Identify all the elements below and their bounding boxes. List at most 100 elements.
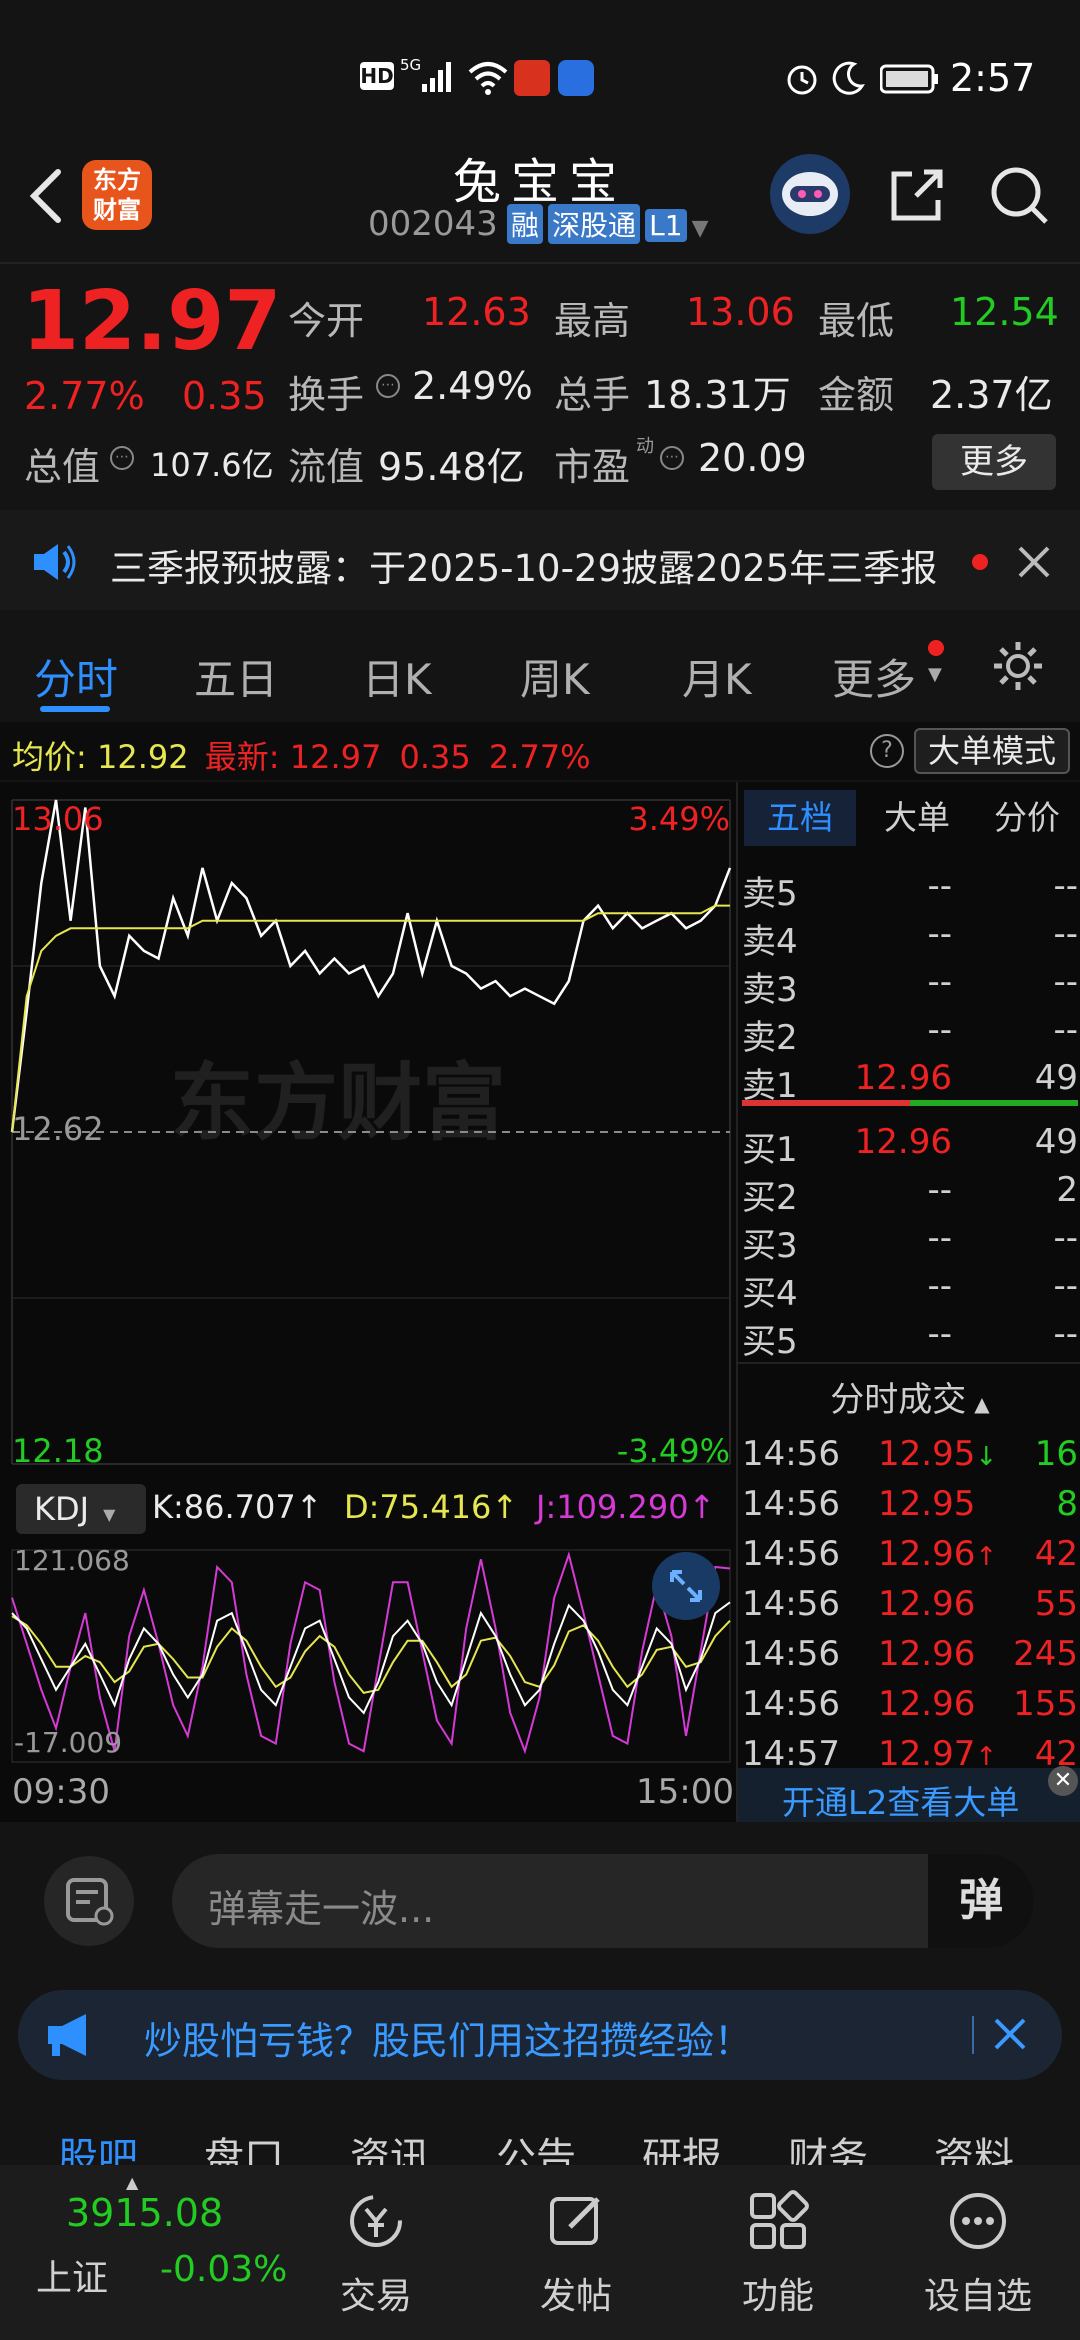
x-axis-end-label: 15:00 [636,1772,734,1812]
mktcap-info-icon[interactable]: ⋯ [110,446,134,470]
float-label: 流值 [288,445,365,489]
nav-trade[interactable]: 交易 [306,2165,446,2340]
tab-daily-k[interactable]: 日K [362,646,432,707]
bid-row: 买4 -- -- [738,1262,1080,1314]
danmu-placeholder: 弹幕走一波... [208,1887,435,1931]
chart-watermark: 东方财富 [170,1054,506,1152]
promo-banner[interactable]: 炒股怕亏钱？股民们用这招攒经验！ [18,1990,1062,2080]
y-axis-mid-label: 12.62 [12,1110,104,1148]
quote-panel: 12.97 2.77% 0.35 今开 12.63 最高 13.06 最低 12… [0,262,1080,502]
subtab-finance[interactable]: 财务 [788,2125,868,2165]
tab-intraday[interactable]: 分时 [34,646,118,707]
trade-volume: 16 [1034,1434,1078,1474]
speaker-icon [30,540,80,584]
amount-value: 2.37亿 [930,373,1053,417]
trade-row: 14:56 12.95 8 [738,1478,1080,1528]
ask-volume: -- [1053,866,1078,906]
danmu-input[interactable]: 弹幕走一波... 弹 [172,1854,1034,1948]
trade-yen-icon [342,2187,410,2255]
trade-price: 12.95 [878,1484,976,1524]
pe-value: 20.09 [698,436,807,480]
bid-label: 买4 [742,1274,798,1314]
notice-bar[interactable]: 三季报预披露：于2025-10-29披露2025年三季报 [0,510,1080,610]
danmu-toggle-button[interactable]: 弹 [928,1854,1034,1948]
subtab-announcements[interactable]: 公告 [496,2125,576,2165]
bid-row: 买3 -- -- [738,1214,1080,1266]
promo-divider [972,2016,974,2054]
subtab-research[interactable]: 研报 [642,2125,722,2165]
bid-label: 买1 [742,1130,798,1170]
more-button[interactable]: 更多 [932,434,1056,490]
pe-label: 市盈 [554,445,631,489]
help-icon[interactable]: ? [870,734,904,768]
trade-time: 14:56 [742,1634,840,1674]
chart-tabs: 分时 五日 日K 周K 月K 更多 ▼ [0,618,1080,718]
index-ticker[interactable]: 3915.08 ▲ 上证 -0.03% [0,2165,300,2340]
tab-more[interactable]: 更多 [832,646,916,707]
bid-label: 买5 [742,1322,798,1362]
post-edit-icon [542,2187,610,2255]
moon-icon [830,60,866,96]
ask-row: 卖4 -- -- [738,910,1080,962]
bid-volume: 49 [1034,1122,1078,1162]
settings-gear-icon[interactable] [990,638,1046,694]
side-tab-big-order[interactable]: 大单 [862,790,972,846]
mktcap-label: 总值 [24,445,101,489]
avg-value: 12.92 [96,738,189,776]
pe-info-icon[interactable]: ⋯ [660,446,684,470]
turnover-info-icon[interactable]: ⋯ [376,374,400,398]
trades-header[interactable]: 分时成交 ▲ [738,1362,1080,1421]
l2-upsell-bar[interactable]: 开通L2查看大单 ✕ [738,1766,1080,1822]
side-tab-level5[interactable]: 五档 [744,790,856,846]
trade-price: 12.96 [878,1684,976,1724]
search-icon[interactable] [984,160,1054,230]
bid-label: 买3 [742,1226,798,1266]
share-icon[interactable] [882,160,952,230]
bottom-nav: 3915.08 ▲ 上证 -0.03% 交易 发帖 功能 设自选 [0,2165,1080,2340]
hd-icon: HD [360,62,394,90]
avg-label: 均价: [12,738,87,776]
ask-price: -- [927,914,952,954]
stock-subline[interactable]: 002043 融 深股通 L1 ▼ [368,204,709,248]
subtab-handicap[interactable]: 盘口 [204,2125,284,2165]
nav-add-watchlist[interactable]: 设自选 [908,2165,1048,2340]
bid-row: 买5 -- -- [738,1310,1080,1362]
fullscreen-expand-icon[interactable] [652,1552,720,1620]
l2-upsell-link: 开通L2查看大单 [782,1783,1020,1822]
subtab-news[interactable]: 资讯 [350,2125,430,2165]
kdj-axis-bottom-label: -17.009 [14,1726,122,1759]
kdj-d-line [11,1615,731,1695]
kdj-selector[interactable]: KDJ ▼ [16,1484,146,1534]
bid-row: 买2 -- 2 [738,1166,1080,1218]
promo-close-icon[interactable] [990,2014,1030,2054]
robot-avatar-icon[interactable] [770,154,850,234]
intraday-chart-area[interactable]: 东方财富 13.06 12.62 12.18 3.49% -3.49% KDJ ▼… [0,782,736,1822]
tab-weekly-k[interactable]: 周K [520,646,590,707]
big-order-mode-button[interactable]: 大单模式 [914,728,1070,774]
intraday-chart[interactable]: 东方财富 13.06 12.62 12.18 3.49% -3.49% [0,782,736,1482]
kdj-j-line [11,1551,731,1755]
nav-functions[interactable]: 功能 [708,2165,848,2340]
nav-post[interactable]: 发帖 [506,2165,646,2340]
subtab-forum[interactable]: 股吧 [58,2125,138,2165]
bid-volume: -- [1053,1266,1078,1306]
index-name: 上证 [36,2258,109,2299]
tab-monthly-k[interactable]: 月K [682,646,752,707]
close-icon[interactable] [1014,542,1054,582]
back-icon[interactable] [22,162,72,232]
tab-five-day[interactable]: 五日 [194,646,278,707]
badge-rong: 融 [506,204,543,244]
y-axis-top-label: 13.06 [12,800,104,838]
bid-price: -- [927,1314,952,1354]
side-tab-price-dist[interactable]: 分价 [972,790,1080,846]
y-axis-bottom-label: 12.18 [12,1432,104,1470]
trade-row: 14:56 12.95↓ 16 [738,1428,1080,1478]
subtab-profile[interactable]: 资料 [934,2125,1014,2165]
current-price: 12.97 [22,274,282,369]
5g-signal-icon: 5G [400,56,460,96]
trade-direction: ↑ [975,1542,998,1572]
comment-settings-icon[interactable] [44,1856,134,1946]
bid-volume: 2 [1056,1170,1078,1210]
kdj-dropdown-icon: ▼ [103,1505,116,1524]
l2-close-icon[interactable]: ✕ [1048,1766,1078,1796]
